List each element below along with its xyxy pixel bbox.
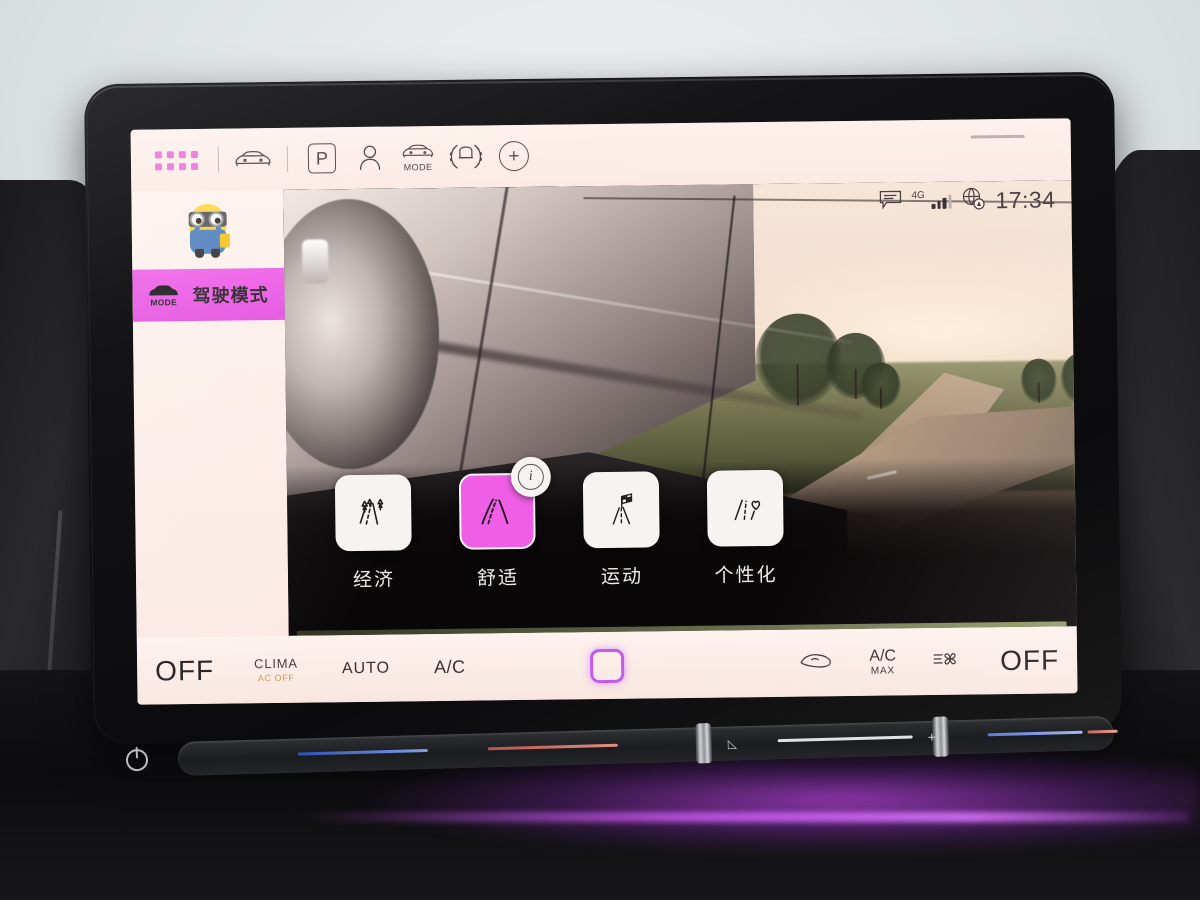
- ac-max-line2: MAX: [870, 665, 896, 677]
- volume-triangle-icon: ◺: [727, 736, 738, 751]
- drive-mode-button[interactable]: MODE: [394, 132, 443, 183]
- mode-label-sport: 运动: [600, 566, 644, 589]
- infotainment-head-unit: P MODE + 4G 17:34 MODE 驾驶模式 经济 i 舒适 运动 个…: [84, 71, 1122, 745]
- toolbar-divider-1: [217, 146, 220, 173]
- climate-bar: OFF CLIMA AC OFF AUTO A/C A/C MAX OFF: [136, 626, 1078, 705]
- clima-label: CLIMA: [254, 655, 298, 672]
- avatar[interactable]: [131, 190, 284, 270]
- info-label: i: [517, 463, 544, 491]
- tree-icon: [1020, 358, 1057, 403]
- slider-knob-left[interactable]: [695, 723, 713, 764]
- main-content: 经济 i 舒适 运动 个性化: [283, 180, 1077, 636]
- drive-mode-selector: 经济 i 舒适 运动 个性化: [286, 456, 1077, 636]
- plus-label: +: [927, 728, 937, 746]
- app-grid-icon[interactable]: [145, 144, 208, 176]
- sport-checkered-flag-icon: [582, 471, 660, 549]
- climate-right-group: A/C MAX OFF: [799, 644, 1059, 679]
- infotainment-screen: P MODE + 4G 17:34 MODE 驾驶模式 经济 i 舒适 运动 个…: [130, 118, 1078, 705]
- clima-status: AC OFF: [257, 672, 295, 684]
- climate-right-off-button[interactable]: OFF: [1000, 644, 1059, 677]
- climate-left-off-button[interactable]: OFF: [155, 654, 214, 687]
- ac-max-line1: A/C: [869, 647, 897, 665]
- individual-heart-icon: [706, 469, 784, 547]
- top-toolbar: P MODE +: [130, 118, 1072, 192]
- drag-handle[interactable]: [970, 134, 1025, 139]
- sidebar-item-drive-mode[interactable]: MODE 驾驶模式: [132, 267, 285, 322]
- user-profile-icon[interactable]: [346, 133, 395, 184]
- tree-icon: [860, 362, 902, 409]
- ac-button[interactable]: A/C: [434, 657, 466, 678]
- signal-bars-icon: [931, 194, 952, 209]
- eco-road-trees-icon: [334, 474, 412, 552]
- mode-button-sport[interactable]: 运动: [559, 471, 684, 590]
- parking-sensor-icon[interactable]: [442, 131, 491, 182]
- mode-label-individual: 个性化: [714, 564, 778, 587]
- sidebar: MODE 驾驶模式: [131, 189, 289, 638]
- auto-button[interactable]: AUTO: [342, 659, 390, 678]
- mode-label-eco: 经济: [352, 569, 396, 592]
- sidebar-item-icon-label: MODE: [150, 297, 178, 308]
- climate-home-button[interactable]: [589, 648, 625, 683]
- ac-max-button[interactable]: A/C MAX: [869, 647, 896, 676]
- park-label: P: [307, 143, 337, 174]
- mode-button-individual[interactable]: 个性化: [683, 469, 808, 589]
- park-gear-button[interactable]: P: [298, 133, 347, 184]
- mode-button-comfort[interactable]: i 舒适: [435, 456, 560, 592]
- power-button-icon[interactable]: [125, 748, 149, 772]
- ambient-lighting-strip: [300, 812, 1190, 822]
- toolbar-divider-2: [286, 145, 289, 172]
- minion-avatar-icon: [186, 202, 231, 259]
- drive-mode-car-icon: MODE: [146, 283, 180, 308]
- add-widget-button[interactable]: +: [490, 131, 539, 182]
- message-bubble-icon[interactable]: [878, 189, 902, 214]
- status-bar: 4G 17:34: [878, 184, 1056, 217]
- sidebar-item-label: 驾驶模式: [192, 285, 269, 307]
- car-front-icon[interactable]: [229, 134, 278, 185]
- globe-connectivity-icon[interactable]: [960, 185, 986, 216]
- mode-label-comfort: 舒适: [476, 568, 520, 590]
- add-label: +: [498, 140, 530, 172]
- screen-body: MODE 驾驶模式 经济 i 舒适 运动 个性化: [131, 180, 1077, 638]
- network-type-label: 4G: [911, 190, 925, 202]
- clock: 17:34: [995, 186, 1056, 214]
- fan-blower-icon[interactable]: [932, 648, 964, 675]
- mode-button-eco[interactable]: 经济: [311, 474, 436, 593]
- drive-mode-icon-label: MODE: [403, 162, 433, 173]
- clima-button[interactable]: CLIMA AC OFF: [254, 656, 298, 684]
- air-recirculation-icon[interactable]: [799, 651, 833, 674]
- info-button[interactable]: i: [510, 456, 552, 498]
